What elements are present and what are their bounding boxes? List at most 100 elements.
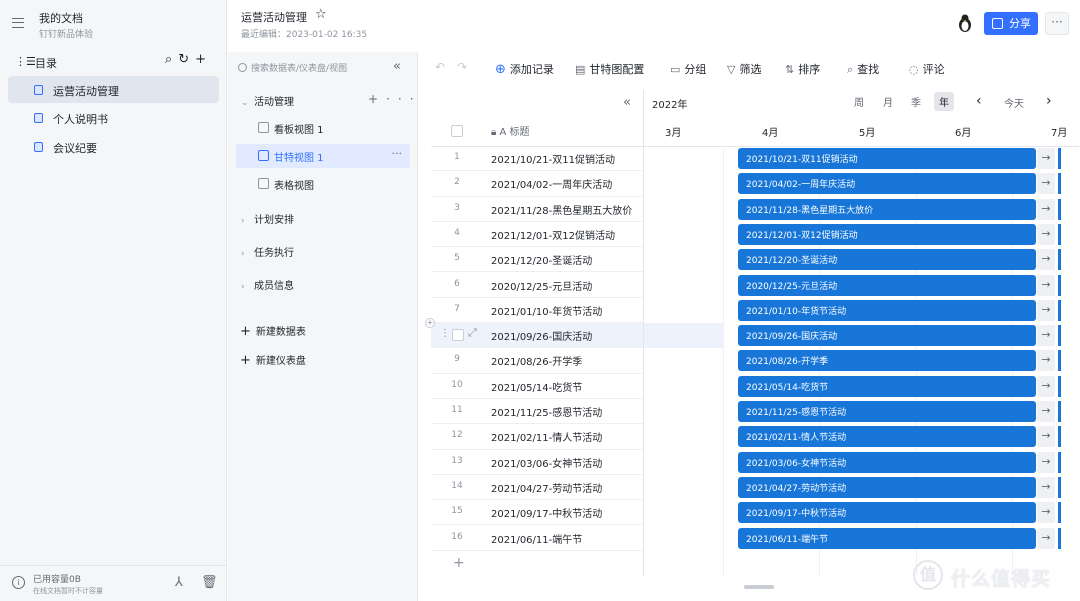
refresh-icon[interactable]: ↻	[178, 52, 195, 67]
view-gantt[interactable]: 甘特视图 1 ···	[236, 144, 410, 168]
undo-icon[interactable]: ↶	[435, 60, 457, 74]
gantt-bar[interactable]: 2021/11/25-感恩节活动	[738, 401, 1036, 422]
select-all-checkbox[interactable]	[451, 125, 463, 137]
table-row[interactable]: ⋮⋮ ⤢ 2021/09/26-国庆活动	[431, 323, 643, 349]
group-button[interactable]: ▭ 分组	[670, 61, 706, 77]
gantt-bar[interactable]: 2020/12/25-元旦活动	[738, 274, 1036, 296]
arrow-right-icon[interactable]: →	[1037, 375, 1055, 397]
arrow-right-icon[interactable]: →	[1037, 502, 1055, 524]
row-title[interactable]: 2021/02/11-情人节活动	[491, 429, 602, 444]
row-title[interactable]: 2021/03/06-女神节活动	[491, 455, 602, 470]
title-column-header[interactable]: 🔒︎ A 标题	[491, 123, 530, 138]
row-title[interactable]: 2021/11/25-感恩节活动	[491, 404, 602, 419]
arrow-right-icon[interactable]: →	[1037, 325, 1055, 347]
table-row[interactable]: 11 2021/11/25-感恩节活动	[431, 399, 643, 425]
arrow-right-icon[interactable]: →	[1037, 173, 1055, 195]
table-row[interactable]: 1 2021/10/21-双11促销活动	[431, 146, 643, 172]
arrow-right-icon[interactable]: →	[1037, 274, 1055, 296]
table-row[interactable]: 5 2021/12/20-圣诞活动	[431, 247, 643, 273]
filter-button[interactable]: ▽ 筛选	[727, 61, 761, 77]
row-title[interactable]: 2021/04/02-一周年庆活动	[491, 176, 612, 191]
row-title[interactable]: 2021/09/26-国庆活动	[491, 328, 592, 343]
share-button[interactable]: 分享	[984, 12, 1038, 35]
table-row[interactable]: 3 2021/11/28-黑色星期五大放价	[431, 197, 643, 222]
row-title[interactable]: 2021/08/26-开学季	[491, 353, 582, 368]
add-row-icon[interactable]: +	[453, 555, 465, 571]
sort-button[interactable]: ⇅ 排序	[785, 61, 820, 77]
page-title[interactable]: 运营活动管理	[241, 9, 307, 25]
gantt-bar[interactable]: 2021/09/26-国庆活动	[738, 325, 1036, 347]
find-button[interactable]: ⌕ 查找	[847, 61, 879, 77]
scale-week[interactable]: 周	[854, 94, 864, 109]
table-row[interactable]: 6 2020/12/25-元旦活动	[431, 273, 643, 298]
table-row[interactable]: 14 2021/04/27-劳动节活动	[431, 475, 643, 501]
expand-icon[interactable]: ⤢	[468, 326, 477, 340]
comment-button[interactable]: ◌ 评论	[909, 61, 945, 77]
more-icon[interactable]: ···	[392, 147, 403, 160]
gantt-bar[interactable]: 2021/04/02-一周年庆活动	[738, 173, 1036, 195]
gantt-bar[interactable]: 2021/12/01-双12促销活动	[738, 223, 1036, 245]
gantt-bar[interactable]: 2021/11/28-黑色星期五大放价	[738, 198, 1036, 220]
gantt-bar[interactable]: 2021/09/17-中秋节活动	[738, 502, 1036, 524]
trash-icon[interactable]: 🗑︎	[201, 575, 218, 590]
table-row[interactable]: 4 2021/12/01-双12促销活动	[431, 222, 643, 248]
gantt-bar[interactable]: 2021/10/21-双11促销活动	[738, 148, 1036, 169]
arrow-right-icon[interactable]: →	[1037, 350, 1055, 372]
collapse-panel-icon[interactable]: «	[393, 59, 401, 74]
gantt-config-button[interactable]: ▤ 甘特图配置	[575, 61, 644, 77]
add-icon[interactable]: +	[195, 52, 212, 67]
table-gantt-splitter[interactable]	[643, 90, 644, 576]
arrow-right-icon[interactable]: →	[1037, 223, 1055, 245]
view-table[interactable]: 表格视图	[236, 172, 410, 196]
row-title[interactable]: 2021/12/01-双12促销活动	[491, 227, 615, 242]
today-button[interactable]: 今天	[1004, 95, 1024, 110]
row-title[interactable]: 2021/05/14-吃货节	[491, 379, 582, 394]
table-row[interactable]: 7 2021/01/10-年货节活动	[431, 298, 643, 324]
new-table-button[interactable]: + 新建数据表	[240, 323, 306, 339]
row-title[interactable]: 2021/01/10-年货节活动	[491, 303, 602, 318]
row-title[interactable]: 2021/10/21-双11促销活动	[491, 151, 615, 166]
row-title[interactable]: 2021/11/28-黑色星期五大放价	[491, 202, 632, 217]
view-search[interactable]: 搜索数据表/仪表盘/视图	[238, 61, 347, 74]
avatar[interactable]	[957, 13, 973, 33]
gantt-bar[interactable]: 2021/02/11-情人节活动	[738, 426, 1036, 448]
sidebar-item-manual[interactable]: 个人说明书	[8, 104, 219, 131]
add-record-button[interactable]: ⊕ 添加记录	[495, 61, 554, 77]
row-title[interactable]: 2021/06/11-端午节	[491, 531, 582, 546]
table-row[interactable]: 9 2021/08/26-开学季	[431, 348, 643, 374]
arrow-right-icon[interactable]: →	[1037, 299, 1055, 321]
row-title[interactable]: 2021/12/20-圣诞活动	[491, 252, 592, 267]
insert-row-icon[interactable]: +	[425, 318, 435, 328]
table-row[interactable]: 13 2021/03/06-女神节活动	[431, 450, 643, 475]
horizontal-scrollbar[interactable]	[744, 585, 774, 589]
arrow-right-icon[interactable]: →	[1037, 527, 1055, 549]
more-icon[interactable]: ···	[386, 92, 421, 106]
arrow-right-icon[interactable]: →	[1037, 426, 1055, 448]
row-title[interactable]: 2020/12/25-元旦活动	[491, 278, 592, 293]
arrow-right-icon[interactable]: →	[1037, 476, 1055, 498]
arrow-right-icon[interactable]: →	[1037, 401, 1055, 422]
gantt-bar[interactable]: 2021/08/26-开学季	[738, 350, 1036, 372]
scale-quarter[interactable]: 季	[911, 94, 921, 109]
gantt-bar[interactable]: 2021/04/27-劳动节活动	[738, 476, 1036, 498]
gantt-bar[interactable]: 2021/05/14-吃货节	[738, 375, 1036, 397]
table-row[interactable]: 15 2021/09/17-中秋节活动	[431, 500, 643, 526]
gantt-bar[interactable]: 2021/06/11-端午节	[738, 527, 1036, 549]
view-kanban[interactable]: 看板视图 1	[236, 116, 410, 140]
info-icon[interactable]: i	[12, 576, 25, 589]
row-title[interactable]: 2021/09/17-中秋节活动	[491, 505, 602, 520]
table-row[interactable]: 12 2021/02/11-情人节活动	[431, 424, 643, 450]
redo-icon[interactable]: ↷	[457, 60, 479, 74]
arrow-right-icon[interactable]: →	[1037, 198, 1055, 220]
add-view-icon[interactable]: +	[368, 92, 386, 106]
sidebar-item-meeting[interactable]: 会议纪要	[8, 133, 219, 160]
arrow-right-icon[interactable]: →	[1037, 249, 1055, 271]
group-tasks[interactable]: › 任务执行	[241, 244, 294, 259]
sidebar-item-operations[interactable]: 运营活动管理	[8, 76, 219, 103]
gantt-bar[interactable]: 2021/01/10-年货节活动	[738, 299, 1036, 321]
group-members[interactable]: › 成员信息	[241, 277, 294, 292]
arrow-right-icon[interactable]: →	[1037, 148, 1055, 169]
group-activity[interactable]: ⌄ 活动管理	[241, 93, 294, 108]
group-plan[interactable]: › 计划安排	[241, 211, 294, 226]
gantt-bar[interactable]: 2021/03/06-女神节活动	[738, 451, 1036, 473]
